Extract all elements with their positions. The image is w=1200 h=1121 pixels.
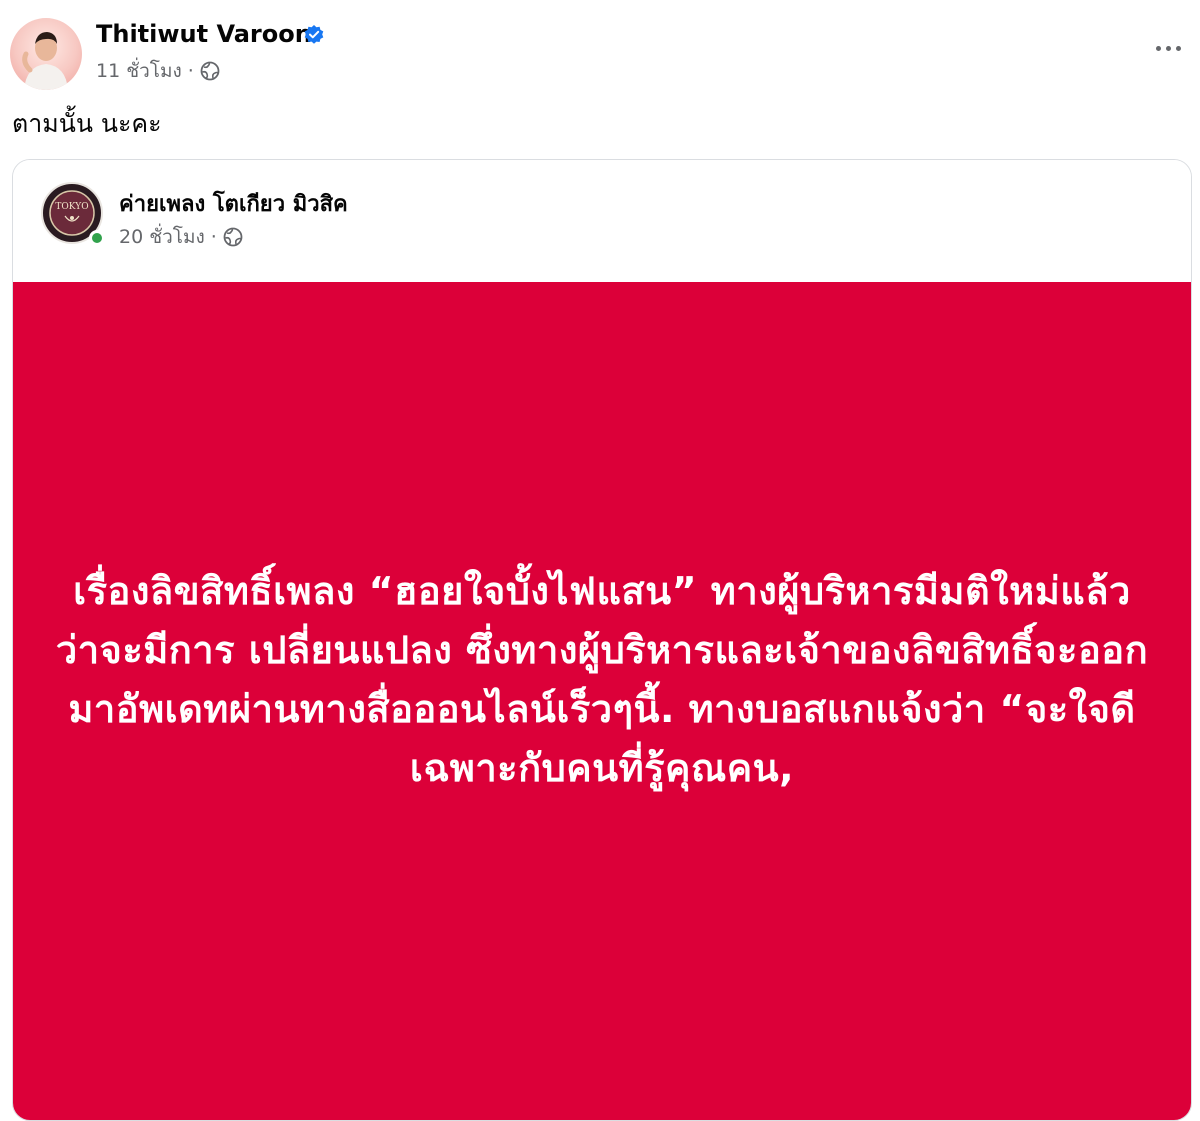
shared-post-timestamp[interactable]: 20 ชั่วโมง (119, 222, 205, 252)
more-dot (1165, 45, 1171, 51)
shared-post-meta: 20 ชั่วโมง · (119, 222, 243, 252)
meta-separator: · (187, 60, 194, 82)
announcement-text: เรื่องลิขสิทธิ์เพลง “ฮอยใจบั้งไฟแสน” ทาง… (55, 569, 1149, 790)
meta-separator: · (210, 226, 217, 248)
text-post-background[interactable]: เรื่องลิขสิทธิ์เพลง “ฮอยใจบั้งไฟแสน” ทาง… (13, 282, 1191, 1120)
post-caption: ตามนั้น นะคะ (12, 109, 162, 138)
author-name[interactable]: Thitiwut Varoon (96, 20, 312, 48)
shared-post-header: TOKYO ค่ายเพลง โตเกียว มิวสิค 20 ชั่วโมง… (13, 160, 1191, 282)
post-meta: 11 ชั่วโมง · (96, 56, 220, 86)
page-logo-text: TOKYO (55, 202, 88, 212)
verified-badge-icon (304, 25, 324, 44)
globe-icon (200, 61, 220, 81)
globe-icon (223, 227, 243, 247)
more-dot (1155, 45, 1161, 51)
more-dot (1175, 45, 1181, 51)
shared-post-card[interactable]: TOKYO ค่ายเพลง โตเกียว มิวสิค 20 ชั่วโมง… (12, 159, 1192, 1121)
author-avatar[interactable] (10, 18, 82, 90)
post-timestamp[interactable]: 11 ชั่วโมง (96, 56, 182, 86)
post-header: Thitiwut Varoon 11 ชั่วโมง · (10, 14, 1190, 94)
more-options-button[interactable] (1146, 28, 1190, 68)
shared-page-name[interactable]: ค่ายเพลง โตเกียว มิวสิค (119, 186, 348, 221)
online-status-indicator (89, 230, 105, 246)
